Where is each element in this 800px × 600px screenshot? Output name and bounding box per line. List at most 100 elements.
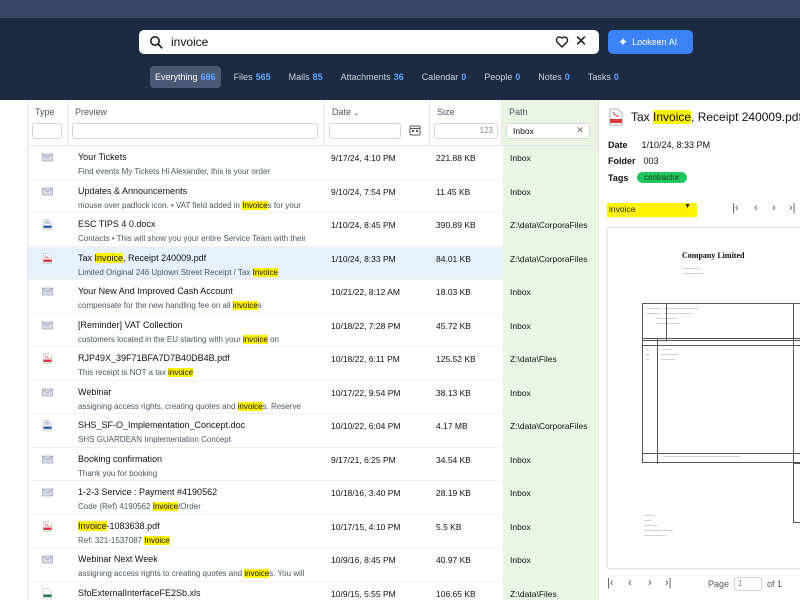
result-row[interactable]: 1-2-3 Service : Payment #4190562 Code (Re…: [28, 481, 598, 515]
find-in-document-select[interactable]: invoice ▼: [607, 203, 697, 217]
result-snippet: SHS GUARDEAN Implementation Concept: [78, 435, 231, 444]
sparkle-icon: ✦: [618, 35, 629, 49]
result-date: 1/10/24, 8:45 PM: [331, 220, 396, 230]
preview-folder: Folder 003: [608, 156, 659, 166]
tab-label: Everything: [155, 72, 198, 82]
result-size: 5.5 KB: [436, 521, 462, 532]
page-count: of 1: [767, 579, 783, 589]
preview-filter[interactable]: [72, 123, 318, 139]
column-date[interactable]: Date ⌄: [325, 100, 430, 146]
heart-icon[interactable]: [555, 35, 569, 49]
result-date: 10/17/15, 4:10 PM: [331, 521, 401, 532]
page-number-input[interactable]: 1: [734, 577, 762, 591]
date-filter[interactable]: [329, 123, 401, 139]
result-date: 9/17/24, 4:10 PM: [331, 153, 396, 163]
lookeen-ai-button[interactable]: ✦ Lookeen AI: [608, 30, 693, 54]
chevron-down-icon: ▼: [684, 203, 691, 210]
size-filter-placeholder: 123: [479, 126, 493, 135]
result-row[interactable]: Your Tickets Find events My Tickets Hi Al…: [28, 146, 598, 180]
result-row[interactable]: Webinar Next Week assigning access rights…: [28, 548, 598, 582]
first-page-icon[interactable]: |‹: [607, 577, 614, 589]
next-page-icon[interactable]: ›: [648, 577, 652, 589]
search-highlight: invoice: [237, 401, 263, 411]
result-path: Inbox: [503, 380, 598, 414]
excel-file-icon: [43, 587, 52, 599]
result-row[interactable]: ESC TIPS 4 0.docx Contacts • This will sh…: [28, 213, 598, 247]
result-path: Inbox: [503, 280, 598, 314]
result-row[interactable]: Updates & Announcements mouse over padloc…: [28, 179, 598, 213]
result-row[interactable]: Webinar assigning access rights, creating…: [28, 380, 598, 414]
tab-count: 0: [564, 72, 570, 82]
search-input[interactable]: [171, 33, 551, 51]
tab-everything[interactable]: Everything 686: [150, 66, 221, 88]
search-box[interactable]: ✕: [139, 30, 599, 54]
result-row[interactable]: Your New And Improved Cash Account compen…: [28, 280, 598, 314]
result-date: 10/10/22, 6:04 PM: [331, 421, 401, 431]
result-row[interactable]: Booking confirmation Thank you for bookin…: [28, 447, 598, 481]
result-date: 10/18/22, 6:11 PM: [331, 354, 400, 364]
result-path: Inbox: [503, 313, 598, 347]
tab-label: Attachments: [340, 72, 391, 82]
document-preview[interactable]: Company Limited ————— —————— ———— ———————…: [608, 228, 800, 568]
result-snippet: Limited Original 246 Uptown Street Recei…: [78, 267, 278, 277]
result-row[interactable]: [Reminder] VAT Collection customers locat…: [28, 313, 598, 347]
result-row[interactable]: Invoice-1083638.pdf Ref: 321-1537087 Invo…: [28, 514, 598, 548]
result-row[interactable]: SfoExternalInterfaceFE2Sb.xls 10/9/15, 5:…: [28, 581, 598, 600]
first-match-icon[interactable]: |‹: [732, 202, 739, 214]
next-match-icon[interactable]: ›: [772, 202, 776, 214]
result-title: 1-2-3 Service : Payment #4190562: [78, 487, 218, 497]
result-size: 4.17 MB: [436, 421, 468, 431]
result-row[interactable]: RJP49X_39F71BFA7D7B40DB4B.pdf This receip…: [28, 347, 598, 381]
mail-icon: [42, 388, 53, 396]
result-title: RJP49X_39F71BFA7D7B40DB4B.pdf: [78, 353, 230, 363]
clear-search-icon[interactable]: ✕: [573, 33, 589, 51]
clear-path-filter-icon[interactable]: ✕: [576, 125, 584, 136]
tab-count: 565: [255, 72, 271, 82]
tab-attachments[interactable]: Attachments 36: [336, 66, 409, 88]
result-title: ESC TIPS 4 0.docx: [78, 219, 156, 229]
size-filter[interactable]: 123: [434, 123, 498, 139]
result-size: 28.19 KB: [436, 488, 471, 498]
tag-contractor[interactable]: contractor: [637, 172, 687, 183]
result-title: Webinar: [78, 386, 112, 397]
tab-people[interactable]: People 0: [479, 66, 525, 88]
result-snippet: This receipt is NOT a tax invoice: [78, 368, 194, 377]
tab-calendar[interactable]: Calendar 0: [417, 66, 472, 88]
previous-match-icon[interactable]: ‹: [754, 202, 758, 214]
last-match-icon[interactable]: ›|: [789, 202, 796, 214]
previous-page-icon[interactable]: ‹: [628, 577, 632, 589]
result-title: Invoice-1083638.pdf: [78, 520, 160, 531]
tab-notes[interactable]: Notes 0: [533, 66, 575, 88]
word-docx-file-icon: [43, 219, 52, 230]
document-bank-details: ——— —— ———— ————— ——— ——— ———: [644, 513, 673, 537]
type-filter[interactable]: [32, 123, 62, 139]
column-type[interactable]: Type: [28, 100, 68, 146]
document-items-table: — — — ——— ————— ———— ——————————————————————: [642, 338, 800, 464]
result-title: Booking confirmation: [78, 453, 163, 464]
last-page-icon[interactable]: ›|: [665, 577, 672, 589]
tab-label: Tasks: [587, 72, 611, 82]
result-size: 38.13 KB: [436, 387, 471, 398]
lookeen-ai-label: Lookeen AI: [632, 37, 678, 47]
mail-icon: [42, 488, 53, 497]
tab-files[interactable]: Files 565: [229, 66, 276, 88]
search-highlight: Invoice: [144, 535, 170, 545]
column-path[interactable]: Path Inbox ✕: [502, 100, 598, 146]
result-row[interactable]: Tax Invoice, Receipt 240009.pdf Limited O…: [28, 246, 598, 280]
result-size: 221.88 KB: [436, 153, 476, 163]
tab-label: Notes: [538, 72, 562, 82]
tab-tasks[interactable]: Tasks 0: [583, 66, 624, 88]
column-size[interactable]: Size 123: [430, 100, 502, 146]
search-highlight: Invoice: [252, 267, 278, 277]
result-snippet: Thank you for booking: [78, 468, 158, 478]
tab-mails[interactable]: Mails 85: [284, 66, 328, 88]
category-tabs: Everything 686 Files 565 Mails 85 Attachments 3…: [150, 66, 632, 88]
column-preview[interactable]: Preview: [68, 100, 325, 146]
result-title: [Reminder] VAT Collection: [78, 319, 183, 330]
search-highlight: Invoice: [94, 252, 124, 263]
search-highlight: Invoice: [152, 502, 179, 511]
path-filter[interactable]: Inbox ✕: [506, 123, 590, 139]
result-row[interactable]: SHS_SF-O_Implementation_Concept.doc SHS G…: [28, 414, 598, 448]
tab-count: 0: [515, 72, 521, 82]
calendar-icon[interactable]: [409, 124, 421, 136]
